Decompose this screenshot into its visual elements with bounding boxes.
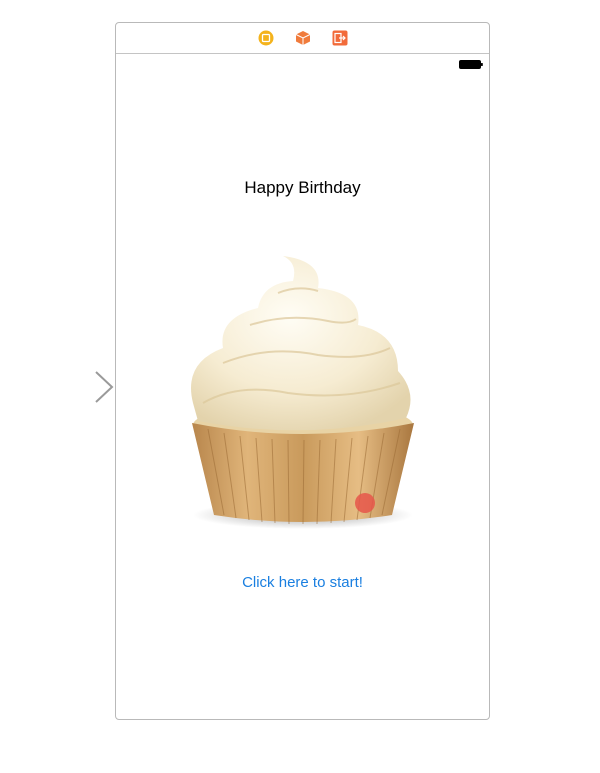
entry-point-arrow-icon[interactable] xyxy=(14,370,116,404)
title-label: Happy Birthday xyxy=(244,178,361,197)
view-controller-icon[interactable] xyxy=(258,30,274,46)
cupcake-image xyxy=(191,256,414,529)
storyboard-canvas: Happy Birthday Click here to start! xyxy=(0,0,600,773)
exit-icon[interactable] xyxy=(332,30,348,46)
scene-dock xyxy=(116,23,489,54)
start-button[interactable]: Click here to start! xyxy=(116,574,489,591)
view-controller-scene[interactable]: Happy Birthday Click here to start! xyxy=(115,22,490,720)
battery-icon xyxy=(459,60,483,69)
first-responder-icon[interactable] xyxy=(295,30,311,46)
